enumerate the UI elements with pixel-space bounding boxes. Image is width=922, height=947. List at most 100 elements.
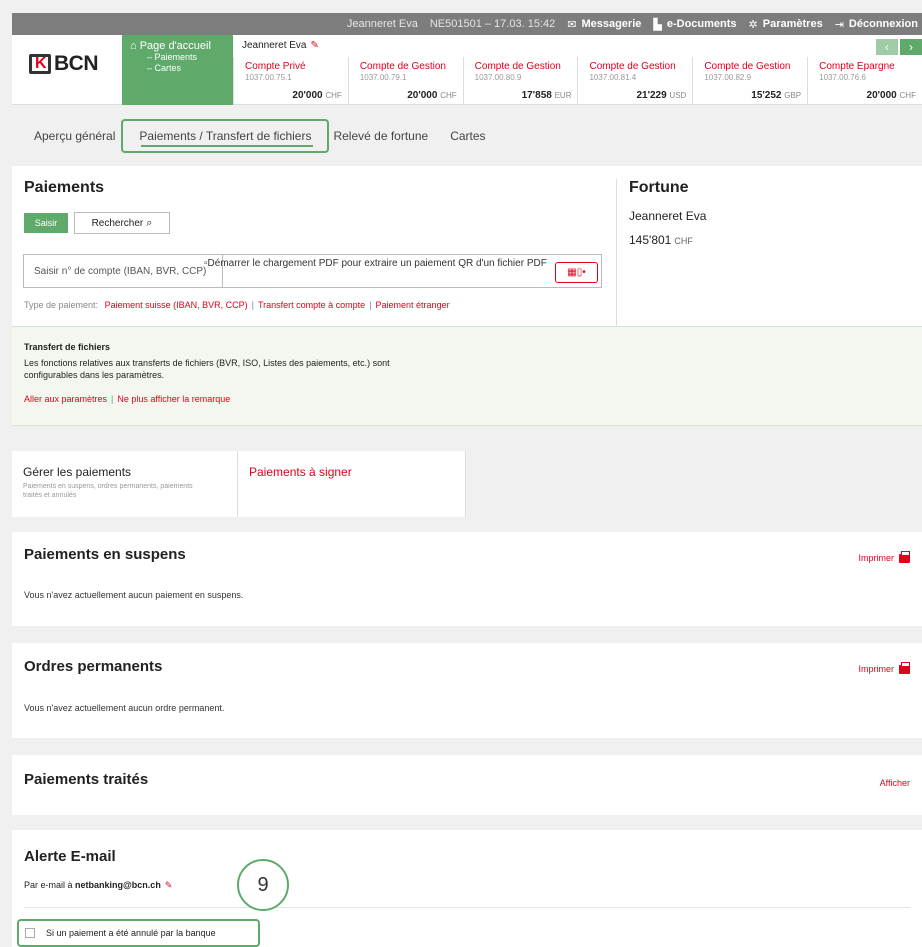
balance-amount: 21'229 (636, 90, 667, 101)
standing-orders-section: Ordres permanents Imprimer Vous n'avez a… (12, 643, 922, 738)
processed-payments-section: Paiements traités Afficher (12, 755, 922, 815)
payment-type-compte-link[interactable]: Transfert compte à compte (258, 300, 365, 310)
parametres-label: Paramètres (762, 18, 823, 30)
print-orders-button[interactable]: Imprimer (858, 661, 910, 674)
mail-icon: ✉ (567, 18, 577, 31)
payments-panel: Paiements Saisir Rechercher ⌕ Saisir n° d… (12, 166, 922, 326)
payment-type-etranger-link[interactable]: Paiement étranger (376, 300, 450, 310)
qr-scan-button[interactable]: ▦▯• (555, 262, 598, 283)
chevron-right-icon[interactable]: › (900, 39, 922, 55)
account-number: 1037.00.82.9 (704, 73, 752, 82)
balance-amount: 20'000 (407, 90, 438, 101)
account-balance: 17'858 EUR (522, 90, 572, 101)
tab-releve[interactable]: Relevé de fortune (333, 129, 428, 143)
account-card[interactable]: Compte de Gestion 1037.00.81.4 21'229 US… (577, 57, 692, 105)
cancelled-payment-label: Si un paiement a été annulé par la banqu… (46, 928, 216, 938)
contract-info: NE501501 – 17.03. 15:42 (430, 18, 555, 30)
bcn-logo[interactable]: K BCN (29, 52, 99, 76)
account-number-input[interactable]: Saisir n° de compte (IBAN, BVR, CCP) (23, 254, 223, 288)
subtabs-filler (466, 451, 922, 517)
home-link[interactable]: ⌂ Page d'accueil (130, 40, 225, 52)
email-address: netbanking@bcn.ch (75, 880, 161, 890)
tab-gerer-paiements[interactable]: Gérer les paiements Paiements en suspens… (12, 451, 238, 517)
balance-currency: GBP (784, 91, 802, 100)
cancelled-payment-alert-option[interactable]: Si un paiement a été annulé par la banqu… (17, 919, 260, 947)
signer-title: Paiements à signer (249, 465, 352, 479)
processed-payments-title: Paiements traités (24, 771, 149, 788)
search-icon: ⌕ (146, 216, 153, 229)
balance-amount: 20'000 (292, 90, 323, 101)
home-sub-cartes[interactable]: – Cartes (130, 63, 225, 74)
deconnexion-label: Déconnexion (848, 18, 918, 30)
home-sub-paiements[interactable]: – Paiements (130, 52, 225, 63)
standing-orders-message: Vous n'avez actuellement aucun ordre per… (24, 703, 225, 713)
rechercher-button[interactable]: Rechercher ⌕ (74, 212, 170, 234)
edocuments-link[interactable]: ▙ e-Documents (653, 18, 736, 31)
pencil-icon[interactable]: ✎ (165, 880, 173, 890)
bcn-logo-icon: K (29, 54, 51, 74)
balance-amount: 17'858 (521, 90, 552, 101)
user-name-text: Jeanneret Eva (346, 18, 418, 30)
account-header: K BCN ⌂ Page d'accueil – Paiements – Car… (12, 35, 922, 105)
balance-currency: CHF (440, 91, 457, 100)
tab-cartes[interactable]: Cartes (450, 129, 485, 143)
fortune-amount: 145'801 CHF (629, 233, 922, 247)
balance-currency: CHF (325, 91, 342, 100)
pdf-upload-area[interactable]: ▫Démarrer le chargement PDF pour extrair… (201, 254, 602, 288)
account-balance: 20'000 CHF (867, 90, 916, 101)
account-card[interactable]: Compte de Gestion 1037.00.82.9 15'252 GB… (692, 57, 807, 105)
messagerie-link[interactable]: ✉ Messagerie (567, 18, 641, 31)
deconnexion-link[interactable]: ⇥ Déconnexion (835, 18, 918, 31)
step-number: 9 (257, 873, 269, 896)
parametres-link[interactable]: ✲ Paramètres (749, 18, 823, 31)
qr-code-icon: ▦▯• (567, 267, 586, 278)
bcn-logo-text: BCN (54, 52, 99, 75)
show-processed-link[interactable]: Afficher (880, 778, 910, 788)
fortune-amount-value: 145'801 (629, 233, 672, 247)
tab-apercu[interactable]: Aperçu général (34, 129, 115, 143)
notice-text: Les fonctions relatives aux transferts d… (24, 358, 390, 380)
contract-text: NE501501 – 17.03. 15:42 (429, 18, 556, 30)
cancelled-payment-checkbox[interactable] (25, 928, 35, 938)
separator: | (369, 300, 372, 310)
account-card[interactable]: Compte Epargne 1037.00.76.6 20'000 CHF (807, 57, 922, 105)
fortune-box: Fortune Jeanneret Eva 145'801 CHF (616, 179, 922, 326)
messagerie-label: Messagerie (581, 18, 642, 30)
pencil-icon[interactable]: ✎ (311, 40, 319, 51)
divider (24, 907, 910, 908)
saisir-button[interactable]: Saisir (24, 213, 68, 233)
fortune-title: Fortune (629, 179, 689, 196)
fortune-owner: Jeanneret Eva (629, 209, 707, 223)
chevron-left-icon[interactable]: ‹ (876, 39, 898, 55)
edocuments-label: e-Documents (666, 18, 737, 30)
separator: | (111, 394, 114, 404)
account-name: Compte Epargne (819, 61, 895, 72)
account-card[interactable]: Compte de Gestion 1037.00.79.1 20'000 CH… (347, 57, 463, 105)
account-card[interactable]: Compte de Gestion 1037.00.80.9 17'858 EU… (462, 57, 578, 105)
print-pending-button[interactable]: Imprimer (858, 550, 910, 563)
print-label: Imprimer (858, 664, 895, 674)
goto-settings-link[interactable]: Aller aux paramètres (24, 394, 107, 404)
account-number: 1037.00.79.1 (359, 73, 407, 82)
payment-type-suisse-link[interactable]: Paiement suisse (IBAN, BVR, CCP) (105, 300, 248, 310)
pending-payments-section: Paiements en suspens Imprimer Vous n'ave… (12, 532, 922, 626)
account-balance: 21'229 USD (636, 90, 686, 101)
gear-icon: ✲ (748, 18, 758, 31)
print-label: Imprimer (858, 553, 895, 563)
user-name: Jeanneret Eva (347, 18, 418, 30)
hide-notice-link[interactable]: Ne plus afficher la remarque (117, 394, 230, 404)
balance-amount: 15'252 (751, 90, 782, 101)
tab-paiements-a-signer[interactable]: Paiements à signer (238, 451, 466, 517)
account-number: 1037.00.80.9 (474, 73, 522, 82)
account-number: 1037.00.81.4 (589, 73, 637, 82)
gerer-title: Gérer les paiements (23, 465, 132, 479)
separator: | (251, 300, 254, 310)
pending-payments-message: Vous n'avez actuellement aucun paiement … (24, 590, 244, 600)
file-transfer-notice: Transfert de fichiers Les fonctions rela… (12, 326, 922, 426)
balance-currency: USD (669, 91, 687, 100)
tab-paiements[interactable]: Paiements / Transfert de fichiers (121, 119, 330, 153)
account-card[interactable]: Compte Privé 1037.00.75.1 20'000 CHF (233, 57, 348, 105)
home-title: Page d'accueil (139, 40, 211, 52)
printer-icon (899, 550, 910, 563)
email-alert-title: Alerte E-mail (24, 848, 116, 865)
